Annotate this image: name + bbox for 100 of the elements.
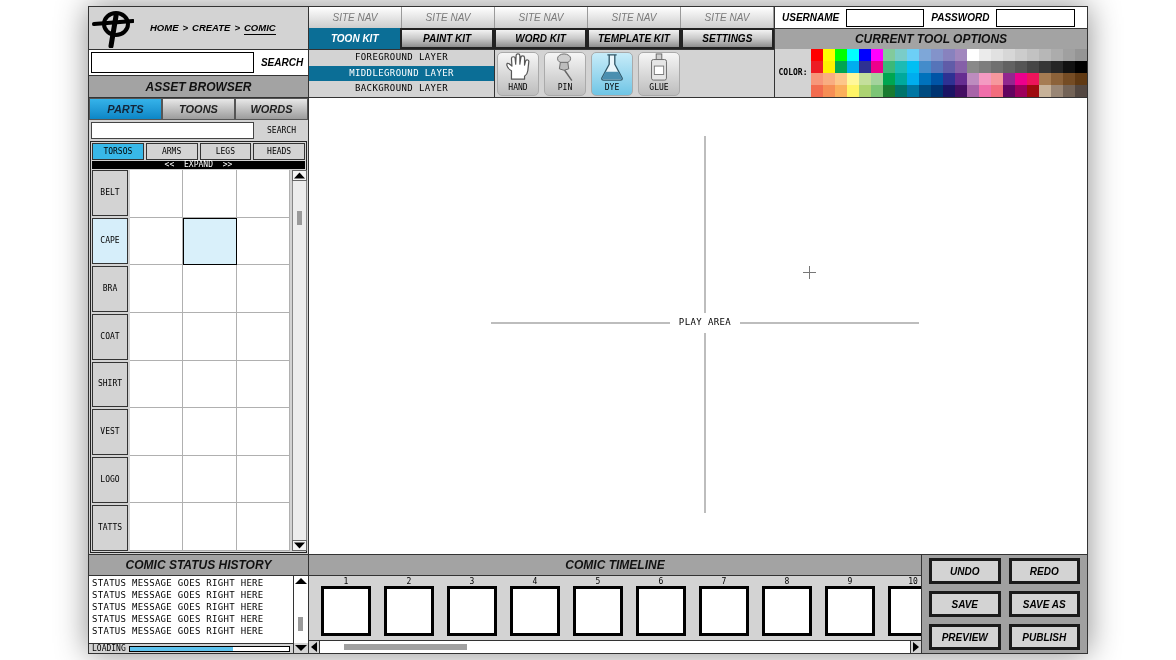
breadcrumb-link[interactable]: HOME (150, 21, 179, 35)
color-swatch[interactable] (919, 49, 931, 61)
color-swatch[interactable] (1003, 61, 1015, 73)
color-swatch[interactable] (859, 49, 871, 61)
color-swatch[interactable] (943, 85, 955, 97)
color-swatch[interactable] (943, 49, 955, 61)
color-swatch[interactable] (979, 61, 991, 73)
color-swatch[interactable] (883, 49, 895, 61)
color-swatch[interactable] (955, 85, 967, 97)
scroll-down-arrow-icon[interactable] (292, 540, 307, 551)
color-swatch[interactable] (895, 85, 907, 97)
color-swatch[interactable] (1051, 85, 1063, 97)
timeline-frame[interactable] (384, 586, 434, 636)
color-swatch[interactable] (811, 61, 823, 73)
asset-slot[interactable] (183, 217, 237, 266)
color-swatch[interactable] (967, 61, 979, 73)
timeline-frame[interactable] (321, 586, 371, 636)
color-swatch[interactable] (931, 85, 943, 97)
logo-icon[interactable] (92, 8, 134, 48)
color-swatch[interactable] (1003, 73, 1015, 85)
color-swatch[interactable] (1039, 73, 1051, 85)
color-swatch[interactable] (907, 49, 919, 61)
action-button[interactable]: REDO (1008, 558, 1080, 584)
color-swatch[interactable] (1027, 61, 1039, 73)
kit-tab[interactable]: TOON KIT (309, 28, 401, 49)
scroll-left-arrow-icon[interactable] (309, 641, 319, 653)
timeline-frame[interactable] (762, 586, 812, 636)
color-swatch[interactable] (907, 61, 919, 73)
kit-tab[interactable]: TEMPLATE KIT (587, 28, 681, 49)
color-swatch[interactable] (931, 61, 943, 73)
color-swatch[interactable] (1075, 61, 1087, 73)
color-swatch[interactable] (967, 85, 979, 97)
tool-button[interactable]: HAND (497, 51, 539, 96)
breadcrumb-link[interactable]: COMIC (244, 21, 276, 35)
color-swatch[interactable] (955, 49, 967, 61)
site-nav-link[interactable]: SITE NAV (495, 7, 588, 28)
color-swatch[interactable] (871, 85, 883, 97)
site-nav-link[interactable]: SITE NAV (681, 7, 774, 28)
tool-button[interactable]: DYE (591, 51, 633, 96)
color-swatch[interactable] (859, 61, 871, 73)
color-swatch[interactable] (823, 85, 835, 97)
expand-button[interactable]: << EXPAND >> (92, 161, 305, 169)
category-item[interactable]: BRA (92, 265, 128, 312)
site-nav-link[interactable]: SITE NAV (309, 7, 402, 28)
color-swatch[interactable] (1003, 85, 1015, 97)
kit-tab[interactable]: WORD KIT (493, 28, 588, 49)
category-item[interactable]: LOGO (92, 457, 128, 504)
color-swatch[interactable] (847, 49, 859, 61)
color-swatch[interactable] (847, 73, 859, 85)
search-button[interactable]: SEARCH (258, 55, 306, 70)
search-button[interactable]: SEARCH (257, 124, 306, 137)
breadcrumb-link[interactable]: CREATE (192, 21, 231, 35)
color-swatch[interactable] (895, 73, 907, 85)
color-swatch[interactable] (991, 49, 1003, 61)
color-swatch[interactable] (1063, 73, 1075, 85)
site-nav-link[interactable]: SITE NAV (588, 7, 681, 28)
kit-tab[interactable]: PAINT KIT (400, 28, 494, 49)
site-nav-link[interactable]: SITE NAV (402, 7, 495, 28)
color-swatch[interactable] (823, 49, 835, 61)
color-swatch[interactable] (1039, 85, 1051, 97)
color-swatch[interactable] (1015, 73, 1027, 85)
asset-tab[interactable]: PARTS (89, 98, 162, 120)
color-swatch[interactable] (943, 61, 955, 73)
color-swatch[interactable] (1015, 85, 1027, 97)
color-swatch[interactable] (919, 85, 931, 97)
color-swatch[interactable] (1075, 49, 1087, 61)
color-swatch[interactable] (931, 73, 943, 85)
color-swatch[interactable] (979, 85, 991, 97)
asset-tab[interactable]: WORDS (235, 98, 308, 120)
color-swatch[interactable] (979, 49, 991, 61)
category-item[interactable]: VEST (92, 409, 128, 456)
action-button[interactable]: PREVIEW (929, 624, 1001, 650)
action-button[interactable]: UNDO (929, 558, 1001, 584)
color-swatch[interactable] (967, 49, 979, 61)
username-field[interactable] (846, 8, 925, 27)
color-swatch[interactable] (811, 73, 823, 85)
color-swatch[interactable] (835, 73, 847, 85)
color-swatch[interactable] (1015, 61, 1027, 73)
color-swatch[interactable] (1051, 61, 1063, 73)
scrollbar-thumb[interactable] (297, 211, 302, 225)
timeline-frame[interactable] (510, 586, 560, 636)
color-swatch[interactable] (1063, 85, 1075, 97)
color-swatch[interactable] (847, 85, 859, 97)
scrollbar-thumb[interactable] (298, 617, 303, 631)
color-swatch[interactable] (895, 61, 907, 73)
category-item[interactable]: TATTS (92, 505, 128, 551)
color-swatch[interactable] (931, 49, 943, 61)
color-swatch[interactable] (1003, 49, 1015, 61)
color-swatch[interactable] (907, 85, 919, 97)
color-swatch[interactable] (871, 73, 883, 85)
color-swatch[interactable] (871, 49, 883, 61)
color-swatch[interactable] (1051, 49, 1063, 61)
search-field[interactable] (91, 52, 254, 73)
tool-button[interactable]: GLUE (638, 51, 680, 96)
part-tab[interactable]: HEADS (253, 143, 305, 160)
color-swatch[interactable] (991, 85, 1003, 97)
color-swatch[interactable] (991, 73, 1003, 85)
scroll-down-arrow-icon[interactable] (294, 643, 308, 653)
category-item[interactable]: SHIRT (92, 361, 128, 408)
asset-tab[interactable]: TOONS (162, 98, 235, 120)
